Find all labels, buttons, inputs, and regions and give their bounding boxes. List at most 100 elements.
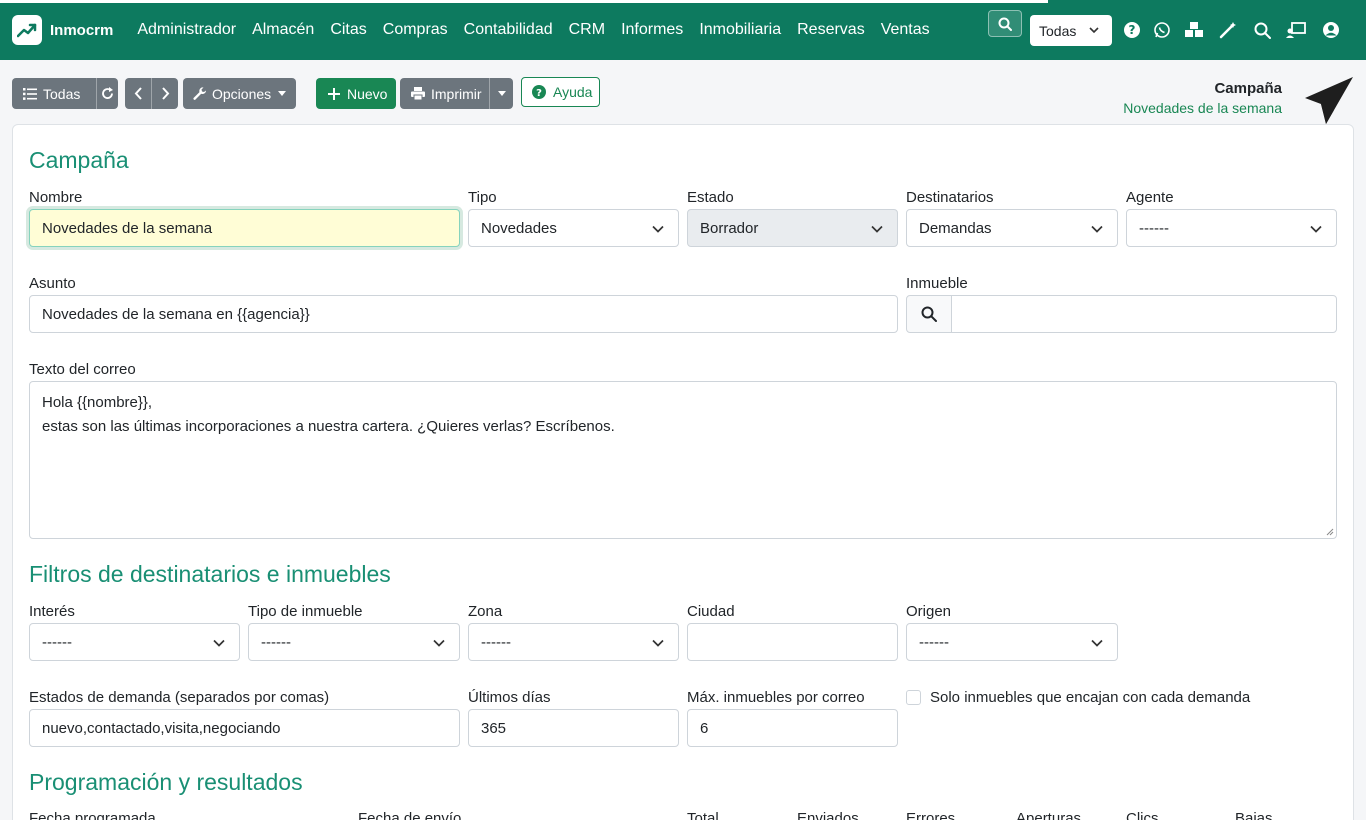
help-button[interactable]: ? Ayuda bbox=[521, 77, 600, 107]
print-button[interactable]: Imprimir bbox=[400, 78, 513, 109]
label-asunto: Asunto bbox=[29, 275, 76, 292]
menu-item-compras[interactable]: Compras bbox=[375, 21, 456, 39]
zona-select[interactable]: ------ bbox=[468, 623, 679, 661]
caret-down-icon[interactable] bbox=[498, 91, 506, 96]
new-button[interactable]: Nuevo bbox=[316, 78, 396, 109]
label-solo-encajan: Solo inmuebles que encajan con cada dema… bbox=[930, 689, 1251, 706]
chalkboard-user-icon[interactable] bbox=[1286, 20, 1306, 40]
search-icon bbox=[998, 17, 1012, 31]
menu-item-ventas[interactable]: Ventas bbox=[873, 21, 938, 39]
chevron-down-icon bbox=[1089, 27, 1099, 34]
options-button[interactable]: Opciones bbox=[183, 78, 296, 109]
col-fecha-envio: Fecha de envío bbox=[358, 810, 462, 820]
label-max-inmuebles: Máx. inmuebles por correo bbox=[687, 689, 865, 706]
refresh-icon[interactable] bbox=[101, 87, 114, 100]
destinatarios-select[interactable]: Demandas bbox=[906, 209, 1118, 247]
nombre-input[interactable]: Novedades de la semana bbox=[29, 209, 460, 247]
section-title-schedule: Programación y resultados bbox=[29, 769, 303, 795]
main-menu: Administrador Almacén Citas Compras Cont… bbox=[129, 21, 937, 39]
list-all-label: Todas bbox=[43, 85, 81, 102]
magic-wand-icon[interactable] bbox=[1218, 20, 1238, 40]
col-enviados: Enviados bbox=[797, 810, 859, 820]
inmueble-input[interactable] bbox=[951, 295, 1337, 333]
col-fecha-programada: Fecha programada bbox=[29, 810, 156, 820]
brand[interactable]: Inmocrm bbox=[12, 15, 113, 45]
chevron-right-icon[interactable] bbox=[160, 87, 170, 100]
page-title: Campaña bbox=[1214, 80, 1282, 97]
tipo-inmueble-select[interactable]: ------ bbox=[248, 623, 460, 661]
cubes-icon[interactable] bbox=[1184, 20, 1204, 40]
label-estado: Estado bbox=[687, 189, 734, 206]
label-ultimos-dias: Últimos días bbox=[468, 689, 551, 706]
chevron-down-icon bbox=[652, 639, 664, 647]
estado-select[interactable]: Borrador bbox=[687, 209, 898, 247]
chart-line-icon bbox=[12, 15, 42, 45]
origen-value: ------ bbox=[919, 633, 949, 651]
chevron-down-icon bbox=[213, 639, 225, 647]
menu-item-almacen[interactable]: Almacén bbox=[244, 21, 322, 39]
estado-value: Borrador bbox=[700, 219, 759, 237]
ciudad-input[interactable] bbox=[687, 623, 898, 661]
menu-item-contabilidad[interactable]: Contabilidad bbox=[456, 21, 561, 39]
new-label: Nuevo bbox=[347, 85, 388, 102]
texto-textarea[interactable]: Hola {{nombre}}, estas son las últimas i… bbox=[29, 381, 1337, 539]
menu-item-reservas[interactable]: Reservas bbox=[789, 21, 873, 39]
col-bajas: Bajas bbox=[1235, 810, 1273, 820]
company-select-value: Todas bbox=[1039, 22, 1077, 39]
resize-handle-icon[interactable] bbox=[1326, 528, 1334, 536]
menu-item-crm[interactable]: CRM bbox=[561, 21, 613, 39]
search-icon[interactable] bbox=[1252, 20, 1272, 40]
tipo-value: Novedades bbox=[481, 219, 557, 237]
tipo-inmueble-value: ------ bbox=[261, 633, 291, 651]
help-circle-icon[interactable]: ? bbox=[1122, 20, 1142, 40]
label-nombre: Nombre bbox=[29, 189, 83, 206]
asunto-input[interactable]: Novedades de la semana en {{agencia}} bbox=[29, 295, 898, 333]
menu-item-citas[interactable]: Citas bbox=[322, 21, 374, 39]
chevron-left-icon[interactable] bbox=[134, 87, 144, 100]
estados-demanda-input[interactable]: nuevo,contactado,visita,negociando bbox=[29, 709, 460, 747]
col-clics: Clics bbox=[1126, 810, 1159, 820]
texto-line-2: estas son las últimas incorporaciones a … bbox=[42, 418, 615, 435]
list-all-button[interactable]: Todas bbox=[12, 78, 118, 109]
zona-value: ------ bbox=[481, 633, 511, 651]
list-icon bbox=[23, 87, 37, 100]
whatsapp-icon[interactable] bbox=[1152, 20, 1172, 40]
menu-item-administrador[interactable]: Administrador bbox=[129, 21, 244, 39]
tipo-select[interactable]: Novedades bbox=[468, 209, 679, 247]
col-errores: Errores bbox=[906, 810, 956, 820]
chevron-down-icon bbox=[652, 225, 664, 233]
interes-value: ------ bbox=[42, 633, 72, 651]
section-title-filters: Filtros de destinatarios e inmuebles bbox=[29, 561, 391, 587]
svg-text:?: ? bbox=[536, 88, 542, 99]
ultimos-dias-input[interactable]: 365 bbox=[468, 709, 679, 747]
interes-select[interactable]: ------ bbox=[29, 623, 240, 661]
question-circle-icon: ? bbox=[532, 85, 546, 99]
options-label: Opciones bbox=[212, 85, 272, 102]
plus-icon bbox=[328, 87, 340, 100]
label-interes: Interés bbox=[29, 603, 75, 620]
prev-next-group bbox=[125, 78, 178, 109]
max-inmuebles-input[interactable]: 6 bbox=[687, 709, 898, 747]
label-inmueble: Inmueble bbox=[906, 275, 968, 292]
paper-plane-icon bbox=[1305, 77, 1353, 124]
printer-icon bbox=[411, 87, 425, 100]
brand-name: Inmocrm bbox=[50, 21, 114, 39]
company-select[interactable]: Todas bbox=[1030, 15, 1112, 46]
menu-item-informes[interactable]: Informes bbox=[613, 21, 691, 39]
origen-select[interactable]: ------ bbox=[906, 623, 1118, 661]
solo-encajan-checkbox[interactable] bbox=[906, 690, 921, 705]
destinatarios-value: Demandas bbox=[919, 219, 992, 237]
user-circle-icon[interactable] bbox=[1321, 20, 1341, 40]
label-texto: Texto del correo bbox=[29, 361, 136, 378]
chevron-down-icon bbox=[1091, 639, 1103, 647]
caret-down-icon bbox=[278, 91, 287, 96]
inmueble-search-button[interactable] bbox=[906, 295, 952, 333]
menu-item-inmobiliaria[interactable]: Inmobiliaria bbox=[691, 21, 789, 39]
chevron-down-icon bbox=[1310, 225, 1322, 233]
help-label: Ayuda bbox=[553, 84, 593, 100]
svg-text:?: ? bbox=[1129, 23, 1136, 37]
agente-select[interactable]: ------ bbox=[1126, 209, 1337, 247]
label-ciudad: Ciudad bbox=[687, 603, 735, 620]
print-label: Imprimir bbox=[431, 85, 482, 102]
nav-search-button[interactable] bbox=[988, 10, 1022, 37]
